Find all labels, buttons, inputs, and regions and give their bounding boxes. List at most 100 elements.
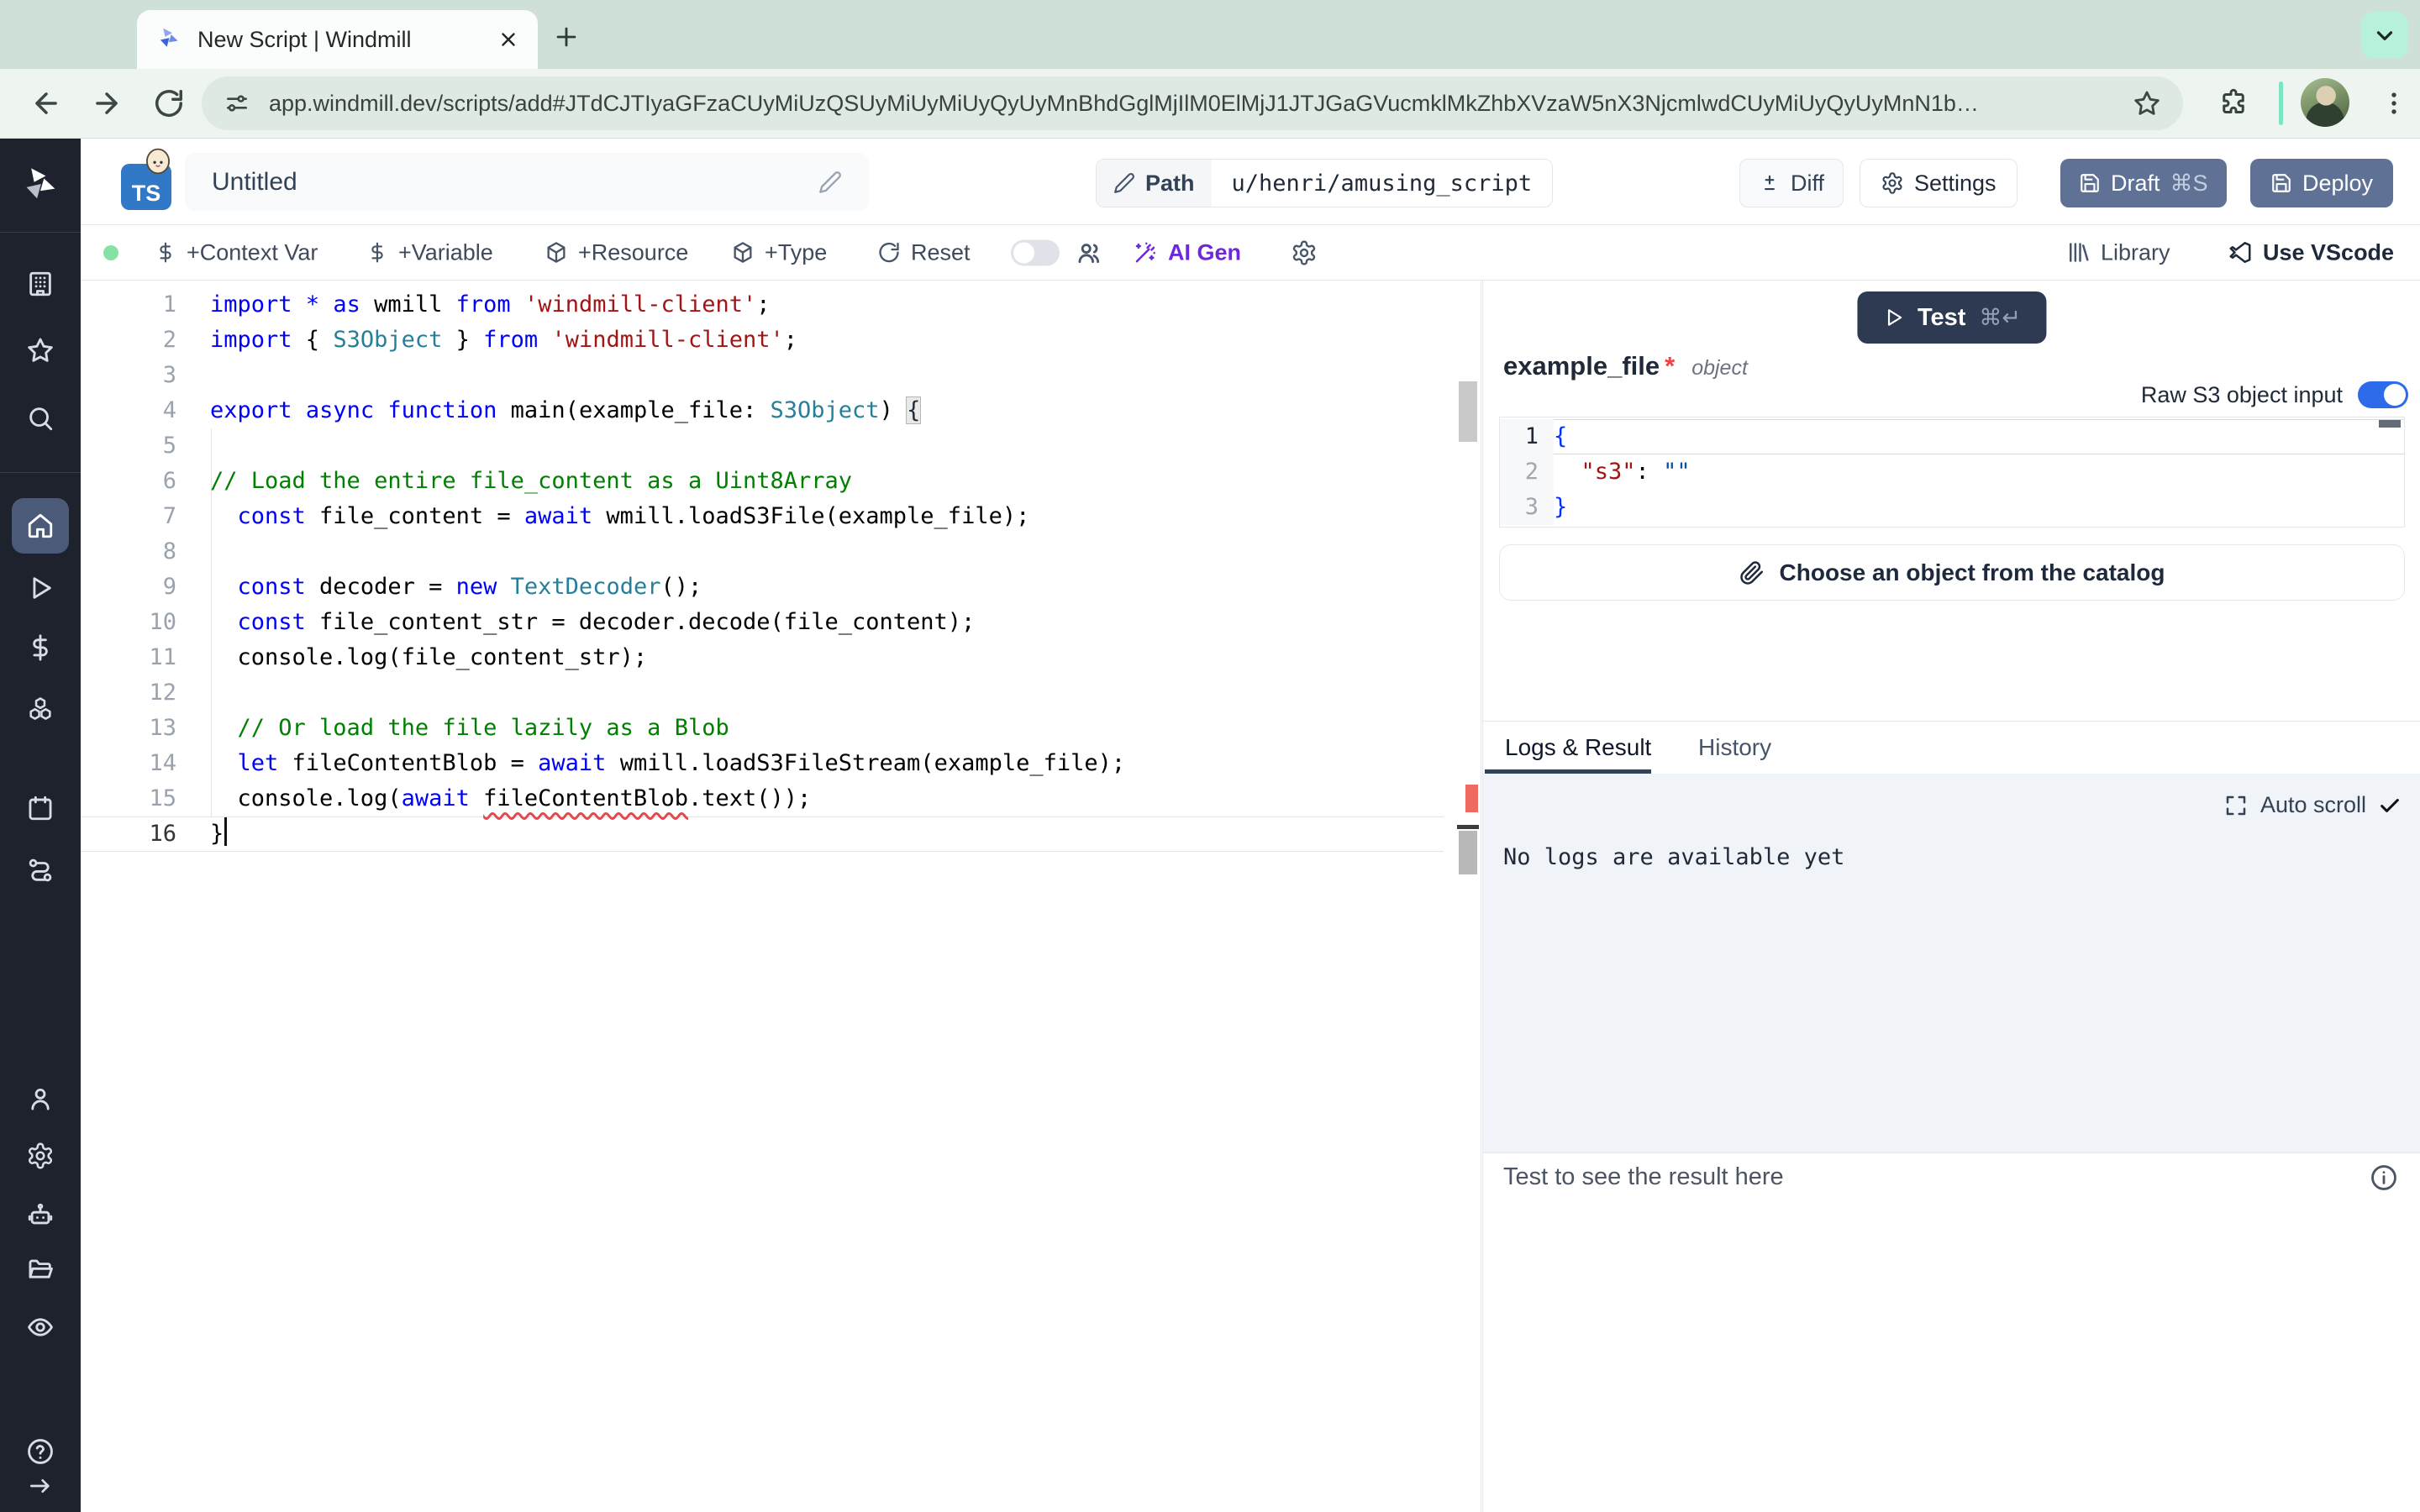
- add-resource-button[interactable]: +Resource: [544, 239, 688, 265]
- collab-users-icon[interactable]: [1076, 239, 1104, 267]
- add-context-var-button[interactable]: +Context Var: [155, 239, 318, 265]
- code-line[interactable]: 2import { S3Object } from 'windmill-clie…: [81, 323, 1444, 358]
- tab-history[interactable]: History: [1698, 734, 1771, 761]
- json-editor-scrollbar[interactable]: [2379, 420, 2401, 428]
- sidebar-item-variables[interactable]: [26, 633, 55, 662]
- help-icon[interactable]: [26, 1437, 55, 1466]
- code-line[interactable]: 5: [81, 428, 1444, 464]
- back-icon[interactable]: [30, 87, 62, 119]
- diff-mode-toggle[interactable]: [1011, 239, 1060, 265]
- sidebar-item-user[interactable]: [26, 1084, 55, 1113]
- reset-button[interactable]: Reset: [877, 239, 971, 265]
- browser-menu-icon[interactable]: [2380, 89, 2408, 118]
- code-line[interactable]: 3}: [1500, 490, 2404, 525]
- tab-close-icon[interactable]: [497, 29, 519, 50]
- settings-button[interactable]: Settings: [1860, 159, 2018, 207]
- browser-tab[interactable]: New Script | Windmill: [137, 10, 538, 69]
- code-line[interactable]: 14 let fileContentBlob = await wmill.loa…: [81, 746, 1444, 781]
- code-line[interactable]: 15 console.log(await fileContentBlob.tex…: [81, 781, 1444, 816]
- draft-shortcut: ⌘S: [2170, 171, 2208, 197]
- profile-avatar[interactable]: [2301, 78, 2349, 127]
- ai-gen-button[interactable]: AI Gen: [1133, 239, 1241, 265]
- code-line[interactable]: 10 const file_content_str = decoder.deco…: [81, 605, 1444, 640]
- error-overview-mark: [1465, 785, 1478, 812]
- editor-scrollbar-thumb[interactable]: [1459, 381, 1477, 442]
- raw-s3-toggle[interactable]: [2358, 381, 2408, 408]
- path-value[interactable]: u/henri/amusing_script: [1212, 160, 1553, 207]
- diff-button[interactable]: Diff: [1739, 159, 1844, 207]
- diff-icon: [1759, 172, 1781, 194]
- sidebar-item-search[interactable]: [26, 404, 55, 433]
- url-text[interactable]: app.windmill.dev/scripts/add#JTdCJTIyaGF…: [269, 91, 2133, 117]
- code-line[interactable]: 11 console.log(file_content_str);: [81, 640, 1444, 675]
- pencil-icon: [1113, 172, 1135, 194]
- windmill-favicon-icon: [155, 26, 182, 53]
- logs-body: Auto scroll No logs are available yet: [1483, 774, 2420, 1152]
- url-bar[interactable]: app.windmill.dev/scripts/add#JTdCJTIyaGF…: [202, 76, 2183, 130]
- sidebar-item-resources[interactable]: [26, 696, 55, 724]
- result-area: Test to see the result here: [1483, 1152, 2420, 1512]
- info-icon[interactable]: [2370, 1163, 2398, 1192]
- bookmark-star-icon[interactable]: [2133, 89, 2161, 118]
- sidebar-item-schedules[interactable]: [26, 794, 55, 822]
- extensions-puzzle-icon[interactable]: [2218, 88, 2249, 118]
- argument-name: example_file: [1503, 351, 1660, 381]
- code-line[interactable]: 2 "s3": "": [1500, 454, 2404, 490]
- code-line[interactable]: 1{: [1500, 419, 2404, 454]
- raw-input-json-editor[interactable]: 1{2 "s3": ""3}: [1499, 417, 2405, 528]
- code-line[interactable]: 12: [81, 675, 1444, 711]
- toggle-off-switch[interactable]: [1011, 239, 1060, 265]
- path-label-segment[interactable]: Path: [1097, 160, 1212, 207]
- code-line[interactable]: 13 // Or load the file lazily as a Blob: [81, 711, 1444, 746]
- home-icon[interactable]: [26, 512, 55, 540]
- editor-scrollbar-thumb[interactable]: [1459, 831, 1477, 874]
- choose-object-button[interactable]: Choose an object from the catalog: [1499, 544, 2405, 601]
- sidebar-item-favorites[interactable]: [26, 336, 55, 365]
- sidebar-item-workers[interactable]: [26, 1200, 55, 1229]
- code-line[interactable]: 7 const file_content = await wmill.loadS…: [81, 499, 1444, 534]
- tab-logs-result[interactable]: Logs & Result: [1505, 734, 1651, 761]
- code-line[interactable]: 6// Load the entire file_content as a Ui…: [81, 464, 1444, 499]
- sidebar-item-workspace[interactable]: [26, 270, 55, 298]
- draft-button[interactable]: Draft ⌘S: [2060, 159, 2227, 207]
- code-line[interactable]: 4export async function main(example_file…: [81, 393, 1444, 428]
- path-control[interactable]: Path u/henri/amusing_script: [1096, 159, 1553, 207]
- toolbar-divider: [2279, 81, 2283, 125]
- editor-toolbar: +Context Var +Variable +Resource +Type R…: [81, 225, 2420, 281]
- collapse-arrow-icon[interactable]: [27, 1473, 54, 1499]
- sidebar-item-folders[interactable]: [26, 1255, 55, 1284]
- add-type-button[interactable]: +Type: [731, 239, 827, 265]
- new-tab-button[interactable]: [548, 18, 585, 55]
- browser-toolbar: app.windmill.dev/scripts/add#JTdCJTIyaGF…: [0, 69, 2420, 139]
- library-button[interactable]: Library: [2065, 239, 2170, 265]
- test-button[interactable]: Test ⌘↵: [1857, 291, 2046, 344]
- argument-row: example_file * object: [1503, 351, 1748, 381]
- code-line[interactable]: 8: [81, 534, 1444, 570]
- code-line[interactable]: 16}: [81, 816, 1444, 852]
- deploy-button[interactable]: Deploy: [2250, 159, 2393, 207]
- expand-icon[interactable]: [2223, 793, 2249, 818]
- code-line[interactable]: 1import * as wmill from 'windmill-client…: [81, 287, 1444, 323]
- windmill-logo-icon[interactable]: [18, 165, 62, 208]
- sidebar-item-runs[interactable]: [26, 574, 55, 602]
- editor-settings-gear-icon[interactable]: [1291, 239, 1318, 266]
- use-vscode-button[interactable]: Use VScode: [2228, 239, 2394, 265]
- code-line[interactable]: 9 const decoder = new TextDecoder();: [81, 570, 1444, 605]
- reload-icon[interactable]: [153, 87, 185, 119]
- sidebar-item-flows[interactable]: [26, 856, 55, 885]
- code-lines[interactable]: 1import * as wmill from 'windmill-client…: [81, 287, 1444, 852]
- site-settings-icon[interactable]: [224, 90, 250, 117]
- auto-scroll-control[interactable]: Auto scroll: [2223, 792, 2402, 818]
- add-variable-button[interactable]: +Variable: [366, 239, 493, 265]
- code-editor[interactable]: 1import * as wmill from 'windmill-client…: [81, 281, 1481, 1512]
- code-line[interactable]: 3: [81, 358, 1444, 393]
- script-summary-input[interactable]: Untitled: [185, 153, 869, 211]
- sidebar-item-settings[interactable]: [26, 1142, 55, 1170]
- edit-pencil-icon[interactable]: [818, 171, 842, 194]
- test-shortcut: ⌘↵: [1979, 305, 2021, 331]
- raw-s3-label: Raw S3 object input: [2141, 382, 2343, 408]
- window-chevron-button[interactable]: [2361, 12, 2408, 59]
- forward-icon[interactable]: [91, 87, 123, 119]
- check-icon: [2378, 794, 2402, 817]
- sidebar-item-audit-logs[interactable]: [26, 1313, 55, 1341]
